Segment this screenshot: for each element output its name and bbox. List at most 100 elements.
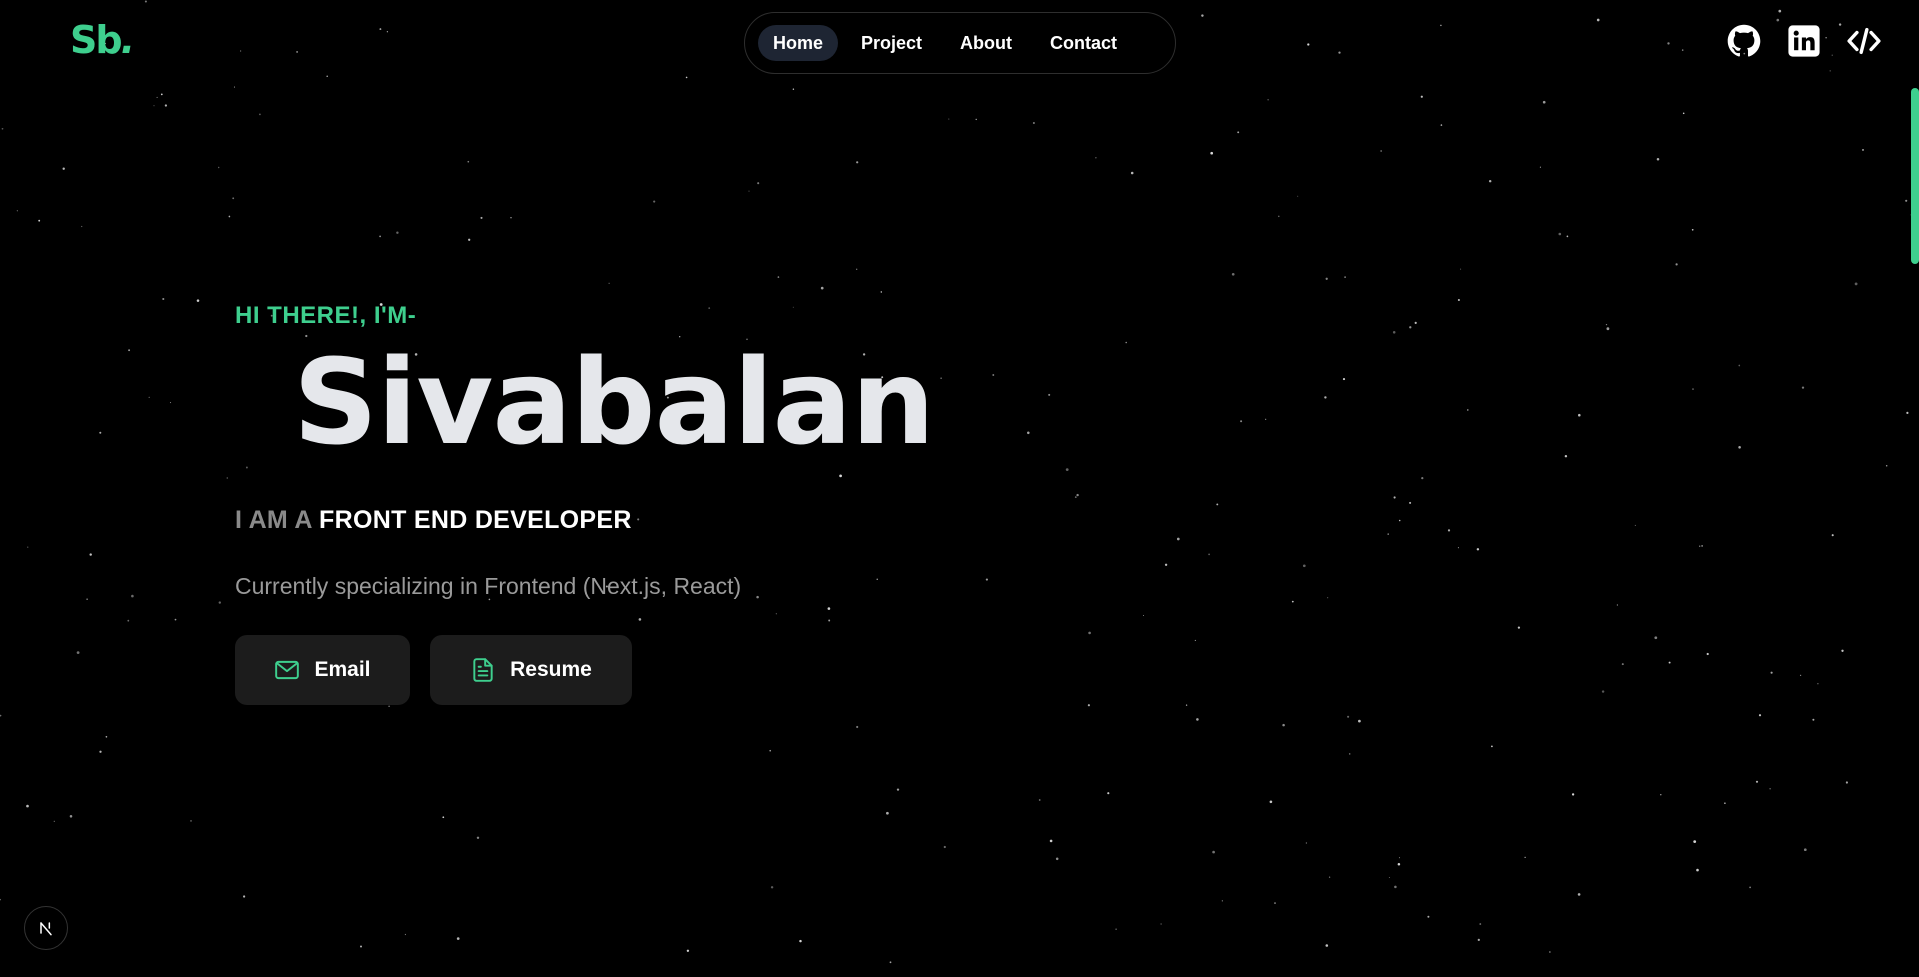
star bbox=[1803, 848, 1807, 852]
star bbox=[16, 210, 18, 212]
star bbox=[131, 594, 134, 598]
star bbox=[708, 307, 711, 309]
star bbox=[105, 735, 108, 738]
star bbox=[240, 50, 242, 52]
nextjs-dev-badge[interactable] bbox=[24, 906, 68, 950]
star bbox=[1049, 839, 1053, 843]
star bbox=[1749, 886, 1751, 889]
star bbox=[1027, 431, 1030, 435]
star bbox=[1221, 900, 1223, 902]
star bbox=[777, 276, 780, 278]
star bbox=[1393, 496, 1396, 499]
star bbox=[396, 231, 399, 234]
star bbox=[1769, 788, 1771, 790]
star bbox=[608, 282, 610, 284]
star bbox=[233, 86, 236, 88]
star bbox=[886, 811, 889, 815]
star bbox=[1606, 327, 1610, 331]
star bbox=[217, 166, 220, 169]
role-title: FRONT END DEVELOPER bbox=[319, 506, 632, 534]
star bbox=[296, 50, 299, 53]
star bbox=[748, 190, 750, 192]
star bbox=[1845, 781, 1848, 784]
star bbox=[1817, 683, 1819, 685]
star bbox=[943, 845, 946, 849]
star bbox=[1325, 944, 1329, 947]
github-icon[interactable] bbox=[1727, 24, 1761, 58]
star bbox=[86, 598, 88, 600]
starfield-background bbox=[0, 0, 1913, 964]
star bbox=[1055, 857, 1059, 861]
star bbox=[896, 788, 900, 791]
star bbox=[1421, 476, 1424, 480]
email-button[interactable]: Email bbox=[235, 635, 410, 705]
star bbox=[128, 349, 131, 352]
star bbox=[1885, 464, 1888, 467]
star bbox=[89, 553, 92, 556]
resume-button[interactable]: Resume bbox=[430, 635, 632, 705]
star bbox=[686, 949, 690, 952]
star bbox=[1325, 277, 1328, 280]
star bbox=[379, 235, 381, 238]
star bbox=[1274, 902, 1276, 905]
star bbox=[1398, 857, 1401, 859]
document-icon bbox=[473, 658, 493, 682]
star bbox=[1164, 563, 1168, 566]
star bbox=[1305, 842, 1308, 844]
nav-item-contact[interactable]: Contact bbox=[1035, 25, 1132, 61]
star bbox=[1297, 195, 1299, 197]
star bbox=[53, 820, 55, 822]
star bbox=[1660, 794, 1662, 796]
star bbox=[1048, 393, 1051, 396]
star bbox=[1130, 171, 1134, 175]
star bbox=[839, 474, 842, 478]
star bbox=[148, 396, 150, 399]
star bbox=[1265, 418, 1267, 420]
star bbox=[218, 601, 221, 604]
star bbox=[1491, 745, 1493, 748]
star bbox=[386, 31, 389, 33]
star bbox=[1038, 799, 1041, 801]
star bbox=[1457, 298, 1460, 302]
star bbox=[228, 215, 231, 218]
star bbox=[1291, 600, 1294, 603]
star bbox=[1142, 614, 1145, 617]
scrollbar-thumb[interactable] bbox=[1911, 88, 1919, 264]
star bbox=[69, 815, 73, 818]
star bbox=[468, 238, 471, 241]
star bbox=[653, 200, 656, 203]
star bbox=[1724, 802, 1726, 804]
star bbox=[480, 216, 483, 219]
star bbox=[1479, 923, 1482, 925]
star bbox=[242, 895, 246, 898]
star bbox=[1212, 850, 1215, 854]
star bbox=[1542, 100, 1546, 104]
star bbox=[81, 225, 83, 228]
star bbox=[169, 402, 172, 404]
star bbox=[144, 0, 147, 3]
star bbox=[1699, 545, 1701, 547]
star bbox=[757, 182, 760, 185]
star bbox=[1269, 800, 1273, 804]
nextjs-icon bbox=[40, 922, 52, 936]
star bbox=[1324, 396, 1327, 399]
star bbox=[1344, 276, 1346, 278]
star bbox=[1905, 199, 1908, 202]
star bbox=[1667, 42, 1670, 45]
star bbox=[1854, 282, 1858, 286]
star bbox=[880, 291, 883, 293]
star bbox=[1829, 70, 1831, 72]
site-logo[interactable]: Sb. bbox=[70, 18, 135, 62]
star bbox=[404, 933, 406, 936]
star bbox=[1692, 388, 1694, 390]
star bbox=[992, 374, 995, 376]
nav-item-home[interactable]: Home bbox=[758, 25, 839, 61]
code-icon[interactable] bbox=[1847, 24, 1881, 58]
star bbox=[1488, 179, 1492, 183]
star bbox=[1668, 661, 1671, 664]
nav-item-about[interactable]: About bbox=[945, 25, 1027, 61]
nav-item-project[interactable]: Project bbox=[846, 25, 937, 61]
star bbox=[1906, 411, 1909, 415]
linkedin-icon[interactable] bbox=[1787, 24, 1821, 58]
star bbox=[388, 705, 390, 708]
